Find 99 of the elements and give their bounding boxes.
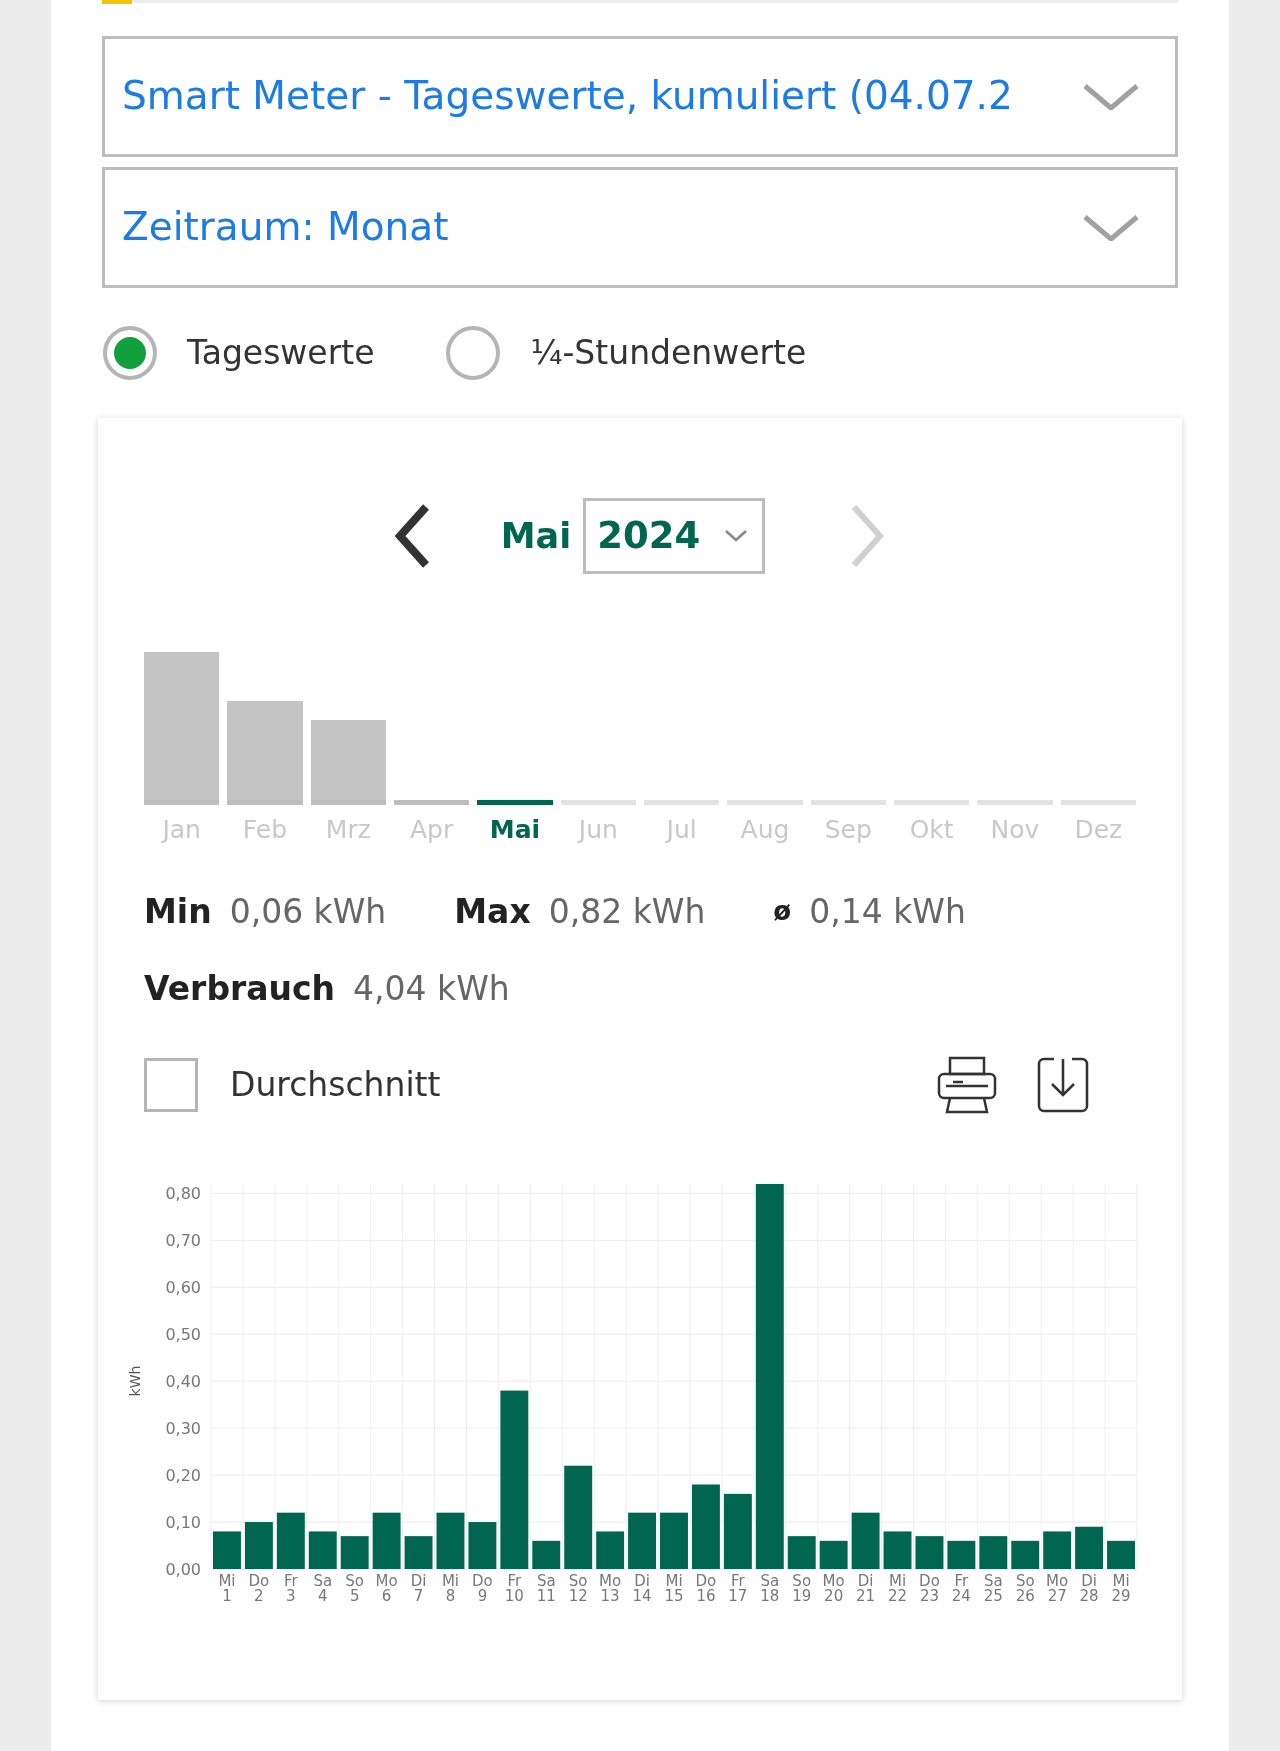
x-tick-label: Sa 4	[313, 1571, 333, 1605]
chart-bar	[213, 1530, 241, 1569]
chart-bar	[787, 1535, 816, 1569]
chart-bar	[596, 1530, 625, 1569]
chart-bar	[372, 1512, 401, 1569]
stat-value: 0,82 kWh	[548, 890, 706, 933]
stat-label: Min	[144, 890, 212, 933]
x-tick-label: Fr 24	[951, 1571, 971, 1605]
x-tick-label: Mi 15	[664, 1571, 684, 1605]
x-tick-label: Sa 25	[983, 1571, 1003, 1605]
x-tick-label: Sa 18	[760, 1571, 780, 1605]
caret-icon	[724, 529, 749, 543]
year-select[interactable]: 2024	[583, 498, 766, 574]
chart-bar	[1011, 1540, 1040, 1569]
chart-bar	[819, 1540, 848, 1569]
checkbox[interactable]	[144, 1057, 198, 1112]
chevron-down-icon	[1083, 83, 1139, 110]
x-tick-label: Di 14	[632, 1571, 652, 1605]
y-tick-label: 0,70	[165, 1230, 201, 1250]
chart-bar	[436, 1512, 465, 1569]
x-tick-label: Do 9	[472, 1571, 493, 1605]
chart-bar	[308, 1530, 337, 1569]
stat-value: 0,14 kWh	[809, 890, 966, 933]
x-tick-label: Do 23	[919, 1571, 940, 1605]
y-tick-label: 0,30	[165, 1418, 201, 1438]
month-baseline[interactable]	[810, 800, 886, 805]
x-tick-label: Mi 1	[218, 1571, 236, 1605]
chart-bar	[979, 1535, 1008, 1569]
chart-bar	[851, 1512, 880, 1569]
x-tick-label: Fr 10	[504, 1571, 524, 1605]
month-label: Mai	[500, 514, 572, 558]
x-tick-label: Di 21	[856, 1571, 876, 1605]
y-tick-label: 0,60	[165, 1277, 201, 1297]
checkbox-label[interactable]: Durchschnitt	[230, 1059, 441, 1110]
y-tick-label: 0,00	[165, 1559, 201, 1579]
y-tick-label: 0,50	[165, 1324, 201, 1344]
x-tick-label: Di 28	[1079, 1571, 1099, 1605]
month-baseline[interactable]	[394, 800, 470, 805]
x-tick-label: Mo 6	[375, 1571, 398, 1605]
month-baseline[interactable]	[560, 800, 636, 805]
month-bar[interactable]	[310, 720, 386, 800]
x-tick-label: So 19	[792, 1571, 812, 1605]
dropdown[interactable]: Zeitraum: Monat	[102, 167, 1178, 288]
month-baseline[interactable]	[727, 800, 803, 805]
x-tick-label: Do 2	[248, 1571, 270, 1605]
chart-bar	[532, 1540, 561, 1569]
chart-bar	[660, 1512, 688, 1569]
month-bar[interactable]	[144, 652, 220, 800]
x-tick-label: Di 7	[410, 1571, 427, 1605]
radio-option[interactable]: ¼-Stundenwerte	[446, 326, 807, 380]
chart-bar	[1075, 1526, 1104, 1569]
x-tick-label: Mo 27	[1046, 1571, 1069, 1605]
chart-bar	[244, 1521, 273, 1569]
x-tick-label: So 26	[1015, 1571, 1035, 1605]
y-tick-label: 0,20	[165, 1465, 201, 1485]
y-tick-label: 0,40	[165, 1371, 201, 1391]
x-tick-label: Do 16	[695, 1571, 717, 1605]
chart-bar	[404, 1535, 433, 1569]
month-label[interactable]: Mai	[489, 811, 541, 849]
chart-bar	[1043, 1530, 1072, 1569]
stat-value: 4,04 kWh	[353, 968, 510, 1010]
y-axis-label: kWh	[127, 1365, 143, 1396]
chart-bar	[340, 1535, 369, 1569]
month-baseline[interactable]	[227, 800, 303, 805]
chart-bar	[883, 1530, 912, 1569]
month-baseline[interactable]	[144, 800, 220, 805]
x-tick-label: Fr 17	[728, 1571, 748, 1605]
month-bar[interactable]	[227, 700, 303, 800]
x-tick-label: Mi 8	[441, 1571, 460, 1605]
chart-bar	[1107, 1540, 1135, 1569]
x-tick-label: Mo 20	[822, 1571, 845, 1605]
chart-bar	[915, 1535, 944, 1569]
previous-icon[interactable]	[392, 503, 431, 569]
chart-bar	[468, 1521, 497, 1569]
x-tick-label: Mi 22	[887, 1571, 908, 1605]
y-tick-label: 0,10	[165, 1512, 201, 1532]
month-baseline[interactable]	[1060, 800, 1136, 805]
radio-option[interactable]: Tageswerte	[103, 326, 375, 380]
x-tick-label: So 5	[345, 1571, 365, 1605]
stat-label: Verbrauch	[144, 968, 336, 1010]
x-tick-label: Sa 11	[536, 1571, 556, 1605]
month-baseline[interactable]	[310, 800, 386, 805]
stat-label: Max	[454, 890, 531, 933]
chart-bar	[276, 1512, 305, 1569]
chart-bar	[947, 1540, 976, 1569]
x-tick-label: So 12	[568, 1571, 588, 1605]
x-tick-label: Fr 3	[283, 1571, 298, 1605]
x-tick-label: Mi 29	[1111, 1571, 1131, 1605]
month-baseline[interactable]	[893, 800, 970, 805]
chart-bar	[628, 1512, 657, 1569]
x-tick-label: Mo 13	[599, 1571, 622, 1605]
month-baseline[interactable]	[477, 800, 553, 805]
stat-label: ø	[773, 894, 792, 928]
month-baseline[interactable]	[977, 800, 1053, 805]
stat-value: 0,06 kWh	[229, 890, 387, 933]
y-tick-label: 0,80	[165, 1183, 201, 1203]
month-baseline[interactable]	[643, 800, 720, 805]
chevron-down-icon	[1083, 214, 1139, 241]
dropdown[interactable]: Smart Meter - Tageswerte, kumuliert (04.07.2	[102, 36, 1178, 157]
